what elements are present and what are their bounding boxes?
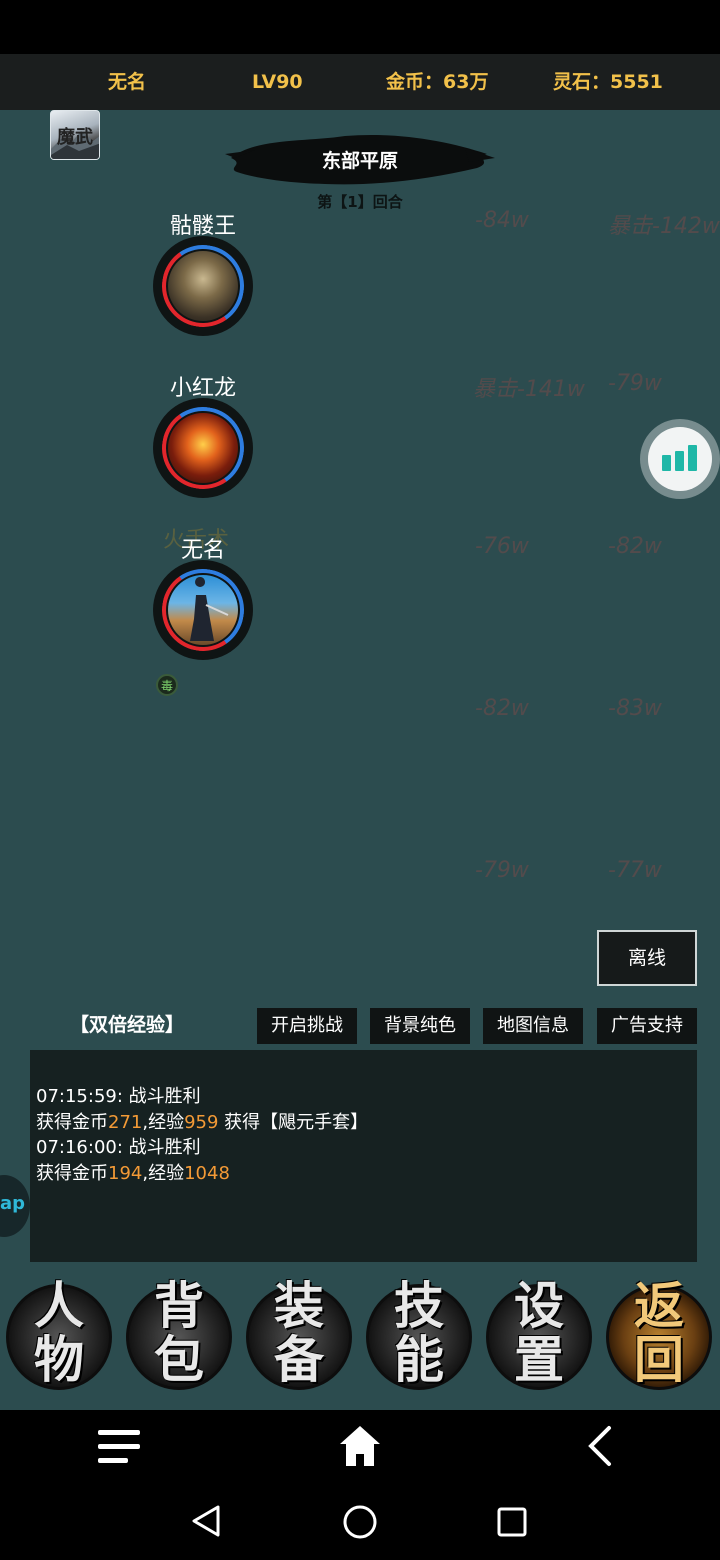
battle-scene: 魔武 东部平原 第【1】回合 骷髅王 小红龙 火舌术 无名 毒 -84w 暴击-… [0, 110, 720, 1410]
ad-support-button[interactable]: 广告支持 [597, 1008, 697, 1044]
bag-button[interactable]: 背 包 [126, 1272, 234, 1402]
system-back-icon[interactable] [190, 1504, 224, 1538]
gold-count: 金币：63万 [386, 71, 489, 93]
system-navigation-bar [0, 1482, 720, 1560]
character-button[interactable]: 人 物 [6, 1272, 114, 1402]
enemy-unit-little-red-dragon[interactable]: 小红龙 [143, 370, 263, 510]
hp-mp-ring [155, 400, 251, 496]
log-line: 获得金币271,经验959 获得【飓元手套】 [36, 1111, 369, 1133]
double-exp-button[interactable]: 【双倍经验】 [70, 1010, 184, 1037]
log-line: 07:15:59: 战斗胜利 [36, 1086, 201, 1107]
damage-number: -77w [608, 858, 662, 883]
round-indicator: 第【1】回合 [317, 193, 403, 211]
map-info-button[interactable]: 地图信息 [483, 1008, 583, 1044]
system-recents-icon[interactable] [496, 1506, 528, 1538]
settings-button[interactable]: 设 置 [486, 1272, 594, 1402]
return-button[interactable]: 返 回 [606, 1272, 714, 1402]
unit-portrait-ring [153, 398, 253, 498]
battle-log[interactable]: 07:15:59: 战斗胜利 获得金币271,经验959 获得【飓元手套】 07… [30, 1050, 697, 1262]
browser-nav-bar [0, 1410, 720, 1482]
hp-mp-ring [155, 238, 251, 334]
system-home-icon[interactable] [342, 1504, 378, 1540]
log-line: 获得金币194,经验1048 [36, 1162, 230, 1184]
map-name: 东部平原 [321, 150, 398, 172]
bar-chart-icon [648, 427, 712, 491]
damage-number: 暴击-141w [473, 377, 585, 402]
back-arrow-icon[interactable] [585, 1424, 615, 1468]
solid-background-button[interactable]: 背景纯色 [370, 1008, 470, 1044]
home-icon[interactable] [338, 1424, 382, 1468]
start-challenge-button[interactable]: 开启挑战 [257, 1008, 357, 1044]
damage-number: 暴击-142w [608, 214, 720, 239]
damage-number: -83w [608, 696, 662, 721]
offline-button[interactable]: 离线 [597, 930, 697, 986]
game-logo-avatar[interactable]: 魔武 [50, 110, 100, 160]
player-info-bar: 无名 LV90 金币：63万 灵石：5551 [0, 54, 720, 110]
player-name: 无名 [108, 71, 147, 93]
unit-portrait-ring [153, 560, 253, 660]
enemy-unit-skeleton-king[interactable]: 骷髅王 [143, 208, 263, 348]
poison-status-icon: 毒 [156, 674, 178, 696]
unit-portrait-ring [153, 236, 253, 336]
equipment-button[interactable]: 装 备 [246, 1272, 354, 1402]
damage-number: -84w [475, 208, 529, 233]
status-bar [0, 0, 720, 54]
damage-number: -82w [475, 696, 529, 721]
log-line: 07:16:00: 战斗胜利 [36, 1137, 201, 1158]
menu-icon[interactable] [98, 1428, 142, 1466]
map-banner: 东部平原 [225, 128, 495, 190]
damage-number: -79w [608, 371, 662, 396]
logo-text: 魔武 [57, 127, 93, 148]
side-app-tab[interactable]: ap [0, 1175, 30, 1237]
damage-number: -79w [475, 858, 529, 883]
damage-number: -76w [475, 534, 529, 559]
skills-button[interactable]: 技 能 [366, 1272, 474, 1402]
stats-chart-button[interactable] [640, 419, 720, 499]
main-menu-bar: 人 物 背 包 装 备 技 能 设 置 返 回 [0, 1262, 720, 1410]
spirit-stone-count: 灵石：5551 [553, 71, 663, 93]
player-level: LV90 [252, 71, 303, 93]
damage-number: -82w [608, 534, 662, 559]
player-unit[interactable]: 无名 [143, 532, 263, 672]
hp-mp-ring [155, 562, 251, 658]
